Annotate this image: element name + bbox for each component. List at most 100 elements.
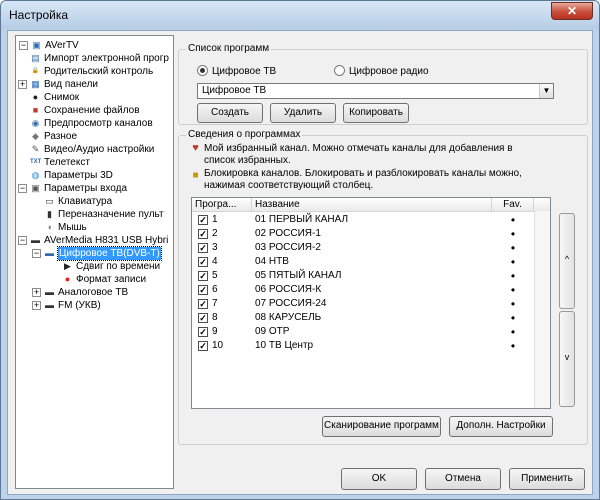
column-header-fav[interactable]: Fav.	[492, 198, 534, 212]
channel-number: 9	[212, 326, 218, 337]
channel-fav-marker[interactable]: •	[492, 325, 534, 339]
channel-fav-marker[interactable]: •	[492, 255, 534, 269]
avertv-icon: ▣	[32, 40, 41, 50]
channel-number: 5	[212, 270, 218, 281]
table-row[interactable]: ✓ 4 04 НТВ •	[192, 255, 550, 269]
advanced-settings-button[interactable]: Дополн. Настройки	[449, 416, 553, 437]
tree-item-label: Параметры 3D	[44, 170, 113, 181]
program-list-combo[interactable]: Цифровое ТВ ▼	[197, 83, 554, 99]
tree-item-label: Предпросмотр каналов	[44, 118, 153, 129]
settings-tree[interactable]: − ▣ AVerTV ▤ Импорт электронной прогр 🔒 Род…	[15, 35, 174, 489]
channel-name: 08 КАРУСЕЛЬ	[255, 312, 322, 323]
channel-fav-marker[interactable]: •	[492, 241, 534, 255]
channel-fav-marker[interactable]: •	[492, 339, 534, 353]
channel-number: 10	[212, 340, 224, 351]
settings-window: Настройка ✕ − ▣ AVerTV ▤ Импорт электронн…	[0, 0, 600, 500]
column-header-name[interactable]: Название	[252, 198, 492, 212]
table-row[interactable]: ✓ 7 07 РОССИЯ-24 •	[192, 297, 550, 311]
apply-button[interactable]: Применить	[509, 468, 585, 490]
chevron-up-icon: ^	[564, 254, 570, 264]
channel-name: 06 РОССИЯ-К	[255, 284, 322, 295]
channel-number: 8	[212, 312, 218, 323]
channel-number: 7	[212, 298, 218, 309]
column-header-program[interactable]: Програ...	[192, 198, 252, 212]
radio-digital-tv[interactable]: Цифровое ТВ	[197, 65, 276, 77]
import-epg-icon: ▤	[31, 53, 40, 63]
channel-fav-marker[interactable]: •	[492, 227, 534, 241]
cancel-button[interactable]: Отмена	[425, 468, 501, 490]
table-row[interactable]: ✓ 1 01 ПЕРВЫЙ КАНАЛ •	[192, 213, 550, 227]
keyboard-icon: ▭	[45, 196, 54, 206]
teletext-icon: TXT	[30, 159, 42, 165]
av-settings-icon: ✎	[31, 144, 40, 154]
delete-button[interactable]: Удалить	[270, 103, 336, 123]
tree-item-label: AVerMedia H831 USB Hybri	[44, 235, 169, 246]
channel-checkbox[interactable]: ✓	[198, 299, 208, 309]
tree-collapse-root[interactable]: −	[19, 41, 28, 50]
3d-settings-icon: ◍	[31, 170, 40, 180]
tree-expander[interactable]: +	[18, 80, 27, 89]
channel-checkbox[interactable]: ✓	[198, 215, 208, 225]
table-row[interactable]: ✓ 8 08 КАРУСЕЛЬ •	[192, 311, 550, 325]
channel-checkbox[interactable]: ✓	[198, 229, 208, 239]
title-bar[interactable]: Настройка ✕	[1, 1, 599, 29]
tree-expander[interactable]: +	[32, 288, 41, 297]
channel-checkbox[interactable]: ✓	[198, 271, 208, 281]
fm-radio-icon: ▬	[45, 300, 54, 310]
timeshift-icon: ▶	[64, 261, 71, 271]
channel-name: 03 РОССИЯ-2	[255, 242, 321, 253]
tree-item-label: Снимок	[44, 92, 80, 103]
tree-item-label: Цифровое ТВ(DVB-T)	[57, 246, 162, 261]
window-title: Настройка	[9, 8, 69, 22]
table-row[interactable]: ✓ 3 03 РОССИЯ-2 •	[192, 241, 550, 255]
radio-digital-radio[interactable]: Цифровое радио	[334, 65, 429, 77]
channel-checkbox[interactable]: ✓	[198, 327, 208, 337]
channel-table[interactable]: Програ... Название Fav. ✓ 1 01 ПЕРВЫЙ КАНА…	[191, 197, 551, 409]
channel-fav-marker[interactable]: •	[492, 311, 534, 325]
close-button[interactable]: ✕	[551, 2, 593, 20]
copy-button[interactable]: Копировать	[343, 103, 409, 123]
channel-checkbox[interactable]: ✓	[198, 243, 208, 253]
chevron-down-icon[interactable]: ▼	[539, 84, 553, 98]
radio-unselected-icon	[334, 65, 345, 76]
tree-item-label: Мышь	[58, 222, 87, 233]
tv-device-icon: ▬	[31, 235, 40, 245]
tree-expander[interactable]: −	[18, 236, 27, 245]
table-row[interactable]: ✓ 9 09 ОТР •	[192, 325, 550, 339]
channel-checkbox[interactable]: ✓	[198, 341, 208, 351]
lock-icon: ■	[192, 170, 199, 181]
move-down-button[interactable]: v	[559, 311, 575, 407]
tree-root-label: AVerTV	[45, 40, 79, 51]
table-scrollbar[interactable]	[534, 211, 550, 408]
table-row[interactable]: ✓ 10 10 ТВ Центр •	[192, 339, 550, 353]
channel-number: 6	[212, 284, 218, 295]
channel-fav-marker[interactable]: •	[492, 283, 534, 297]
channel-checkbox[interactable]: ✓	[198, 313, 208, 323]
table-row[interactable]: ✓ 2 02 РОССИЯ-1 •	[192, 227, 550, 241]
scan-programs-button[interactable]: Сканирование программ	[322, 416, 441, 437]
create-button[interactable]: Создать	[197, 103, 263, 123]
favorite-heart-icon: ♥	[192, 142, 199, 154]
channel-fav-marker[interactable]: •	[492, 213, 534, 227]
channel-number: 3	[212, 242, 218, 253]
channel-checkbox[interactable]: ✓	[198, 285, 208, 295]
move-up-button[interactable]: ^	[559, 213, 575, 309]
digital-tv-icon: ▬	[45, 248, 54, 258]
tree-item-label: Вид панели	[44, 79, 99, 90]
channel-fav-marker[interactable]: •	[492, 297, 534, 311]
channel-name: 07 РОССИЯ-24	[255, 298, 327, 309]
channel-checkbox[interactable]: ✓	[198, 257, 208, 267]
tree-expander[interactable]: −	[32, 249, 41, 258]
ok-button[interactable]: OK	[341, 468, 417, 490]
tree-item-label: Импорт электронной прогр	[44, 53, 169, 64]
tree-item-label: Переназначение пульт	[58, 209, 164, 220]
tree-item-label: Разное	[44, 131, 78, 142]
table-row[interactable]: ✓ 5 05 ПЯТЫЙ КАНАЛ •	[192, 269, 550, 283]
table-row[interactable]: ✓ 6 06 РОССИЯ-К •	[192, 283, 550, 297]
tree-item-label: FM (УКВ)	[58, 300, 101, 311]
tree-expander[interactable]: +	[32, 301, 41, 310]
tree-expander[interactable]: −	[18, 184, 27, 193]
channel-fav-marker[interactable]: •	[492, 269, 534, 283]
remote-remap-icon: ▮	[47, 209, 52, 219]
panel-view-icon: ▦	[31, 79, 40, 89]
